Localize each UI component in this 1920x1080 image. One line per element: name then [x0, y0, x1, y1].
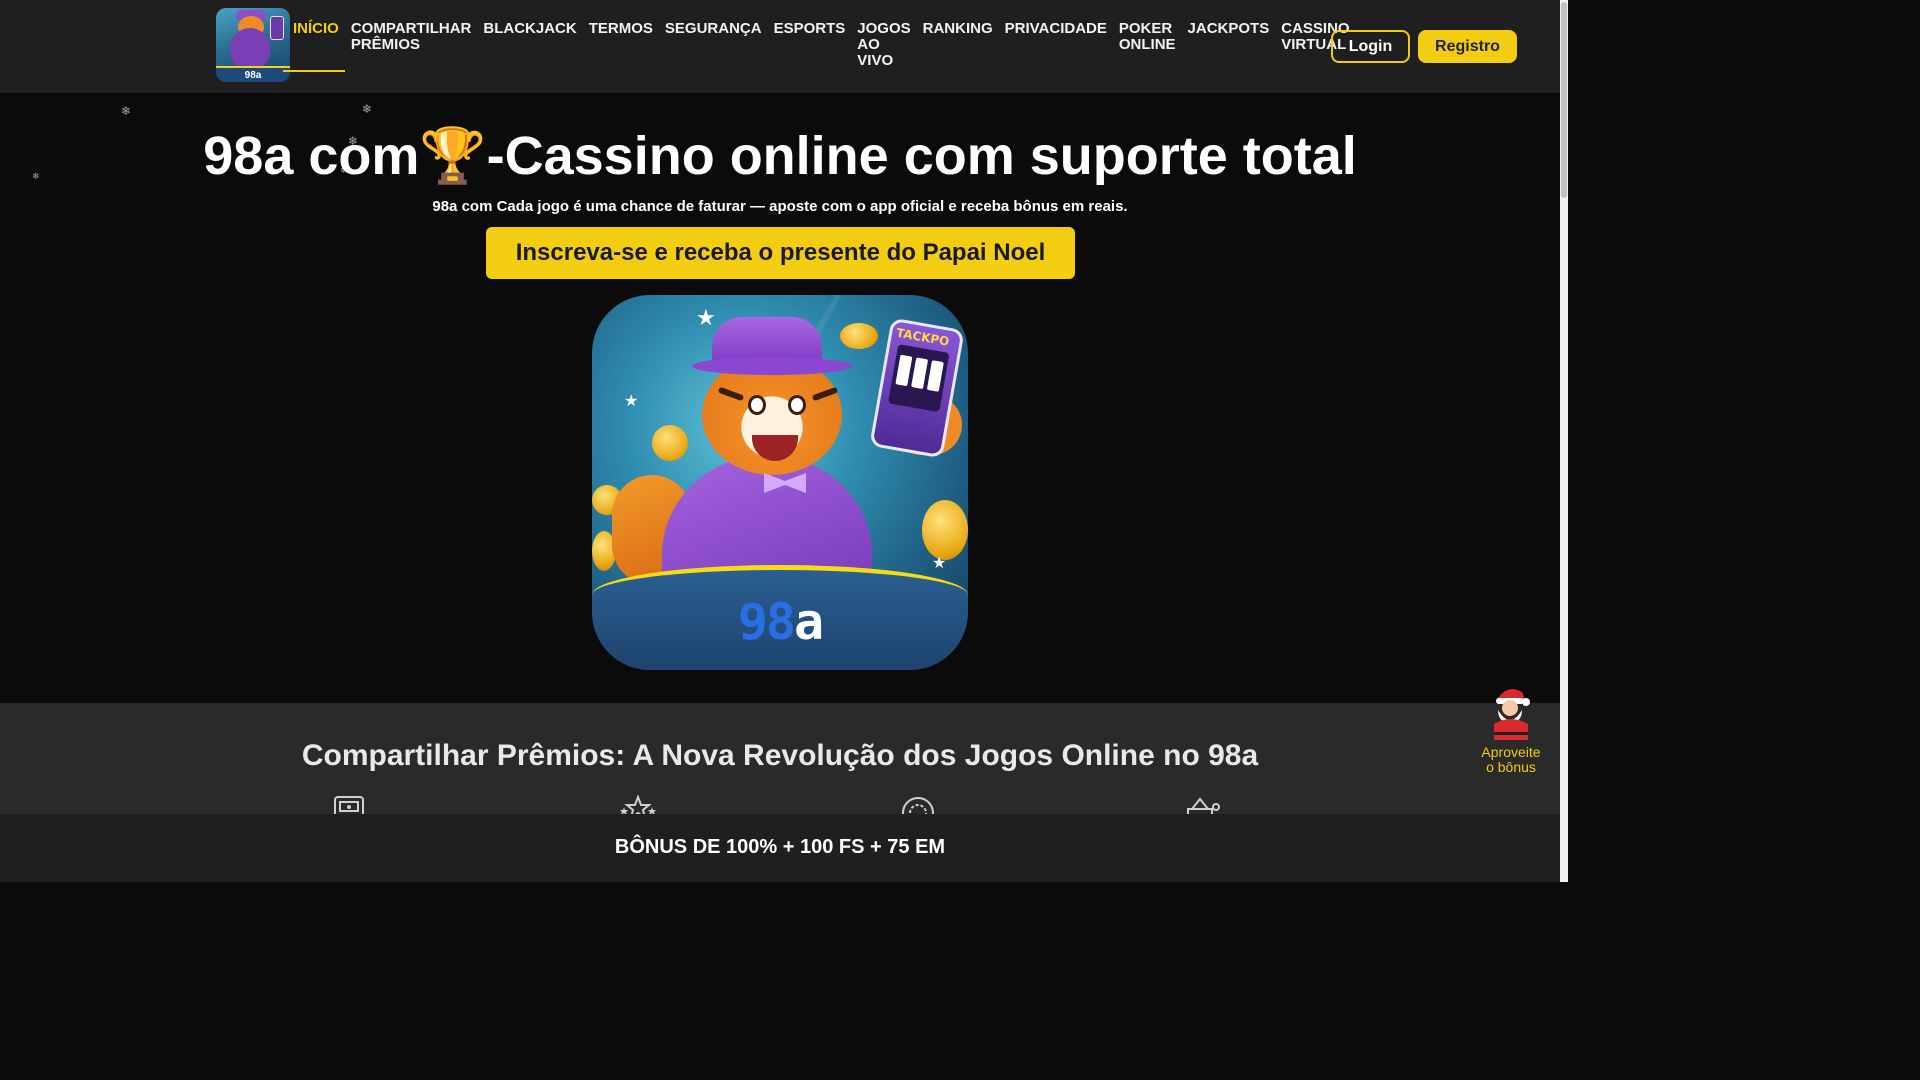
- site-logo[interactable]: 98a: [216, 8, 290, 82]
- nav-item-ranking[interactable]: RANKING: [917, 21, 999, 69]
- logo-tiger-body: [230, 28, 270, 68]
- logo-text: 98a: [244, 70, 262, 81]
- scrollbar-thumb[interactable]: [1561, 2, 1567, 198]
- tiger-hat-brim: [692, 357, 852, 375]
- bonus-bar[interactable]: BÔNUS DE 100% + 100 FS + 75 EM: [0, 814, 1560, 882]
- hero-title-start: 98a com: [203, 126, 420, 186]
- santa-icon: [1494, 689, 1530, 740]
- santa-bonus-widget[interactable]: Aproveite o bônus: [1476, 682, 1546, 778]
- brand-a: a: [794, 593, 824, 651]
- nav-item-termos[interactable]: TERMOS: [583, 21, 659, 69]
- santa-widget-label: Aproveite o bônus: [1481, 744, 1541, 775]
- star-icon: ★: [624, 393, 639, 410]
- nav-item-inicio[interactable]: INÍCIO: [283, 21, 345, 72]
- nav-item-compartilhar-premios[interactable]: COMPARTILHAR PRÊMIOS: [345, 21, 478, 69]
- brand-nine: 98: [737, 593, 796, 651]
- coin-icon: [922, 500, 968, 560]
- register-button[interactable]: Registro: [1418, 30, 1517, 63]
- coin-icon: [840, 323, 878, 349]
- nav-item-seguranca[interactable]: SEGURANÇA: [659, 21, 768, 69]
- bonus-text: BÔNUS DE 100% + 100 FS + 75 EM: [614, 836, 946, 858]
- nav-item-blackjack[interactable]: BLACKJACK: [477, 21, 582, 69]
- hero-title: 98a com🏆-Cassino online com suporte tota…: [0, 122, 1560, 190]
- login-button[interactable]: Login: [1331, 30, 1410, 63]
- site-header: 98a INÍCIO COMPARTILHAR PRÊMIOS BLACKJAC…: [0, 0, 1560, 93]
- coin-icon: [652, 425, 688, 461]
- trophy-icon: 🏆: [419, 126, 487, 186]
- signup-cta-button[interactable]: Inscreva-se e receba o presente do Papai…: [486, 227, 1075, 279]
- star-icon: ★: [932, 555, 947, 572]
- nav-item-jogos-ao-vivo[interactable]: JOGOS AO VIVO: [851, 21, 916, 69]
- hero-subtitle: 98a com Cada jogo é uma chance de fatura…: [432, 198, 1128, 215]
- page-scrollbar[interactable]: [1560, 0, 1568, 882]
- main-nav: INÍCIO COMPARTILHAR PRÊMIOS BLACKJACK TE…: [283, 21, 1356, 72]
- features-title: Compartilhar Prêmios: A Nova Revolução d…: [301, 739, 1259, 772]
- app-icon-brand: 98a: [592, 593, 968, 651]
- hero-title-end: -Cassino online com suporte total: [486, 126, 1357, 186]
- logo-phone: [270, 16, 284, 40]
- tiger-eye: [788, 395, 806, 415]
- nav-item-jackpots[interactable]: JACKPOTS: [1182, 21, 1276, 69]
- nav-item-privacidade[interactable]: PRIVACIDADE: [999, 21, 1113, 69]
- star-icon: ★: [696, 305, 716, 330]
- app-icon-image: ★ ★ ★ TACKPO 98a: [592, 295, 968, 670]
- snowflake-icon: ❄: [362, 102, 373, 116]
- nav-item-esports[interactable]: ESPORTS: [768, 21, 852, 69]
- nav-item-poker-online[interactable]: POKER ONLINE: [1113, 21, 1182, 69]
- tiger-eye: [748, 395, 766, 415]
- snowflake-icon: ❄: [121, 104, 132, 118]
